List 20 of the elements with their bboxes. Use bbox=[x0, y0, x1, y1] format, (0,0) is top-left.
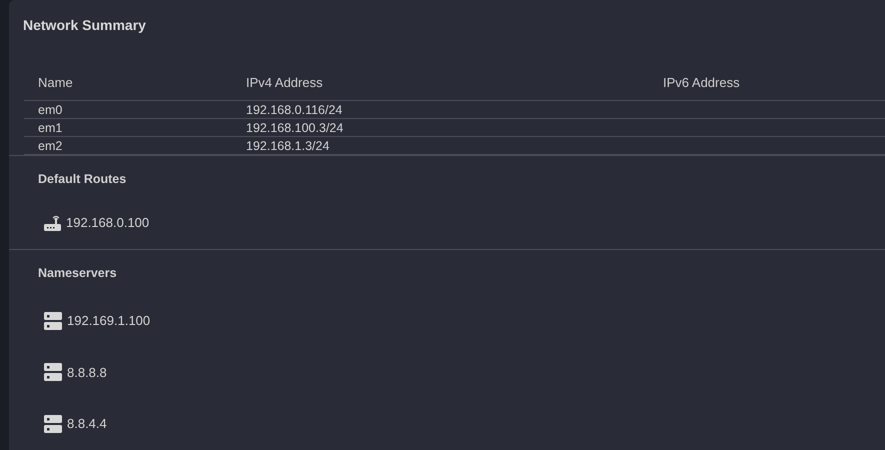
section-heading: Nameservers bbox=[38, 265, 118, 282]
section-heading: Default Routes bbox=[38, 171, 128, 188]
column-header: IPv4 Address bbox=[246, 74, 324, 92]
panel-title: Network Summary bbox=[22, 16, 147, 35]
table-cell-text: em2 bbox=[38, 138, 64, 155]
nameserver-address: 192.169.1.100 bbox=[67, 312, 150, 330]
table-cell-text: 192.168.0.116/24 bbox=[246, 102, 344, 119]
table-cell-text: em1 bbox=[38, 120, 64, 137]
column-header: Name bbox=[38, 74, 74, 92]
server-icon bbox=[44, 312, 62, 330]
table-cell-text: 192.168.1.3/24 bbox=[246, 138, 330, 155]
column-header: IPv6 Address bbox=[663, 74, 741, 92]
nameserver-address: 8.8.4.4 bbox=[67, 415, 107, 433]
server-icon bbox=[44, 414, 62, 433]
nameserver-address: 8.8.8.8 bbox=[67, 364, 107, 382]
router-icon bbox=[44, 214, 61, 230]
route-address: 192.168.0.100 bbox=[66, 214, 150, 232]
table-cell-text: em0 bbox=[38, 102, 64, 119]
server-icon bbox=[44, 363, 62, 382]
table-cell-text: 192.168.100.3/24 bbox=[246, 120, 344, 137]
